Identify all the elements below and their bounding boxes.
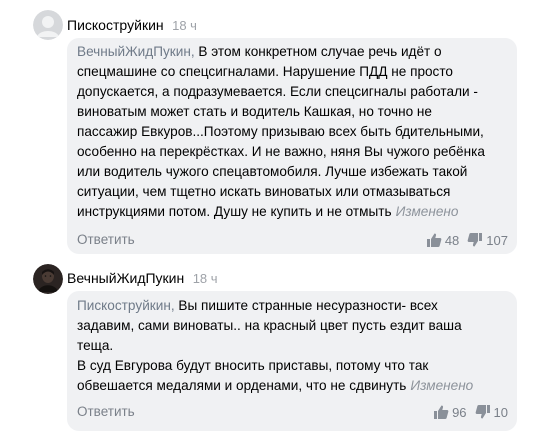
- comment-line: ситуации, чем тщетно искать виноватых ил…: [77, 184, 451, 199]
- thumbs-up-icon: [426, 233, 442, 247]
- comment-line: виноватым может стать и водитель Кашкая,…: [77, 104, 432, 119]
- comment-line: ВечныйЖидПукин, В этом конкретном случае…: [77, 44, 442, 59]
- comment-header: ВечныйЖидПукин 18 ч: [67, 270, 218, 290]
- like-count: 48: [444, 232, 460, 248]
- comment-line: особенно на перекрёстках. И не важно, ня…: [77, 144, 485, 159]
- edited-label: Изменено: [410, 378, 474, 393]
- user-photo-avatar[interactable]: [33, 264, 63, 294]
- comment-author[interactable]: ВечныйЖидПукин: [67, 270, 184, 286]
- comment-time: 18 ч: [172, 18, 197, 33]
- user-silhouette-icon: [33, 10, 63, 40]
- comment-bubble: Пискострyйкин, Вы пишите странные несура…: [67, 291, 517, 431]
- comment-time: 18 ч: [192, 271, 218, 286]
- comment-line: спецмашине со спецсигналами. Нарушение П…: [77, 64, 453, 79]
- comment-text: ВечныйЖидПукин, В этом конкретном случае…: [77, 42, 507, 222]
- comment-line: или водитель чужого спецавтомобиля. Лучш…: [77, 164, 468, 179]
- like-button[interactable]: 48: [426, 232, 459, 248]
- reactions: 48 107: [426, 230, 508, 250]
- like-count: 96: [452, 404, 467, 420]
- reply-button[interactable]: Ответить: [77, 232, 135, 247]
- comment-line: В суд Евгурова будут вносить приставы, п…: [77, 358, 429, 373]
- default-avatar[interactable]: [33, 10, 63, 40]
- comment-text: Пискострyйкин, Вы пишите странные несура…: [77, 296, 507, 396]
- thumbs-up-icon: [434, 405, 449, 419]
- thumbs-down-icon: [475, 405, 490, 419]
- dislike-count: 10: [493, 404, 508, 420]
- comment-line: допускается, а подразумевается. Если спе…: [77, 84, 478, 99]
- user-photo-avatar-icon: [33, 264, 63, 294]
- comment-line: пассажир Евкуров...Поэтому призываю всех…: [77, 124, 484, 139]
- dislike-count: 107: [486, 232, 508, 248]
- comment-line: обвешается медалями и орденами, что не с…: [77, 378, 474, 393]
- dislike-button[interactable]: 107: [467, 232, 508, 248]
- comment-line: инструкциями потом. Душу не купить и не …: [77, 204, 459, 219]
- comment-line: Пискострyйкин, Вы пишите странные несура…: [77, 298, 438, 313]
- like-button[interactable]: 96: [433, 404, 467, 420]
- comment-line: теща.: [77, 338, 114, 353]
- comment-line: задавим, сами виноваты.. на красный цвет…: [77, 318, 462, 333]
- comment-header: Пискострyйкин 18 ч: [67, 17, 197, 37]
- mention-link[interactable]: ВечныйЖидПукин,: [77, 44, 195, 59]
- reply-button[interactable]: Ответить: [77, 404, 135, 419]
- reactions: 96 10: [433, 402, 508, 422]
- comment-author[interactable]: Пискострyйкин: [67, 17, 164, 33]
- thumbs-down-icon: [467, 233, 483, 247]
- dislike-button[interactable]: 10: [475, 404, 508, 420]
- comment-bubble: ВечныйЖидПукин, В этом конкретном случае…: [67, 38, 517, 254]
- mention-link[interactable]: Пискострyйкин,: [77, 298, 175, 313]
- edited-label: Изменено: [395, 204, 459, 219]
